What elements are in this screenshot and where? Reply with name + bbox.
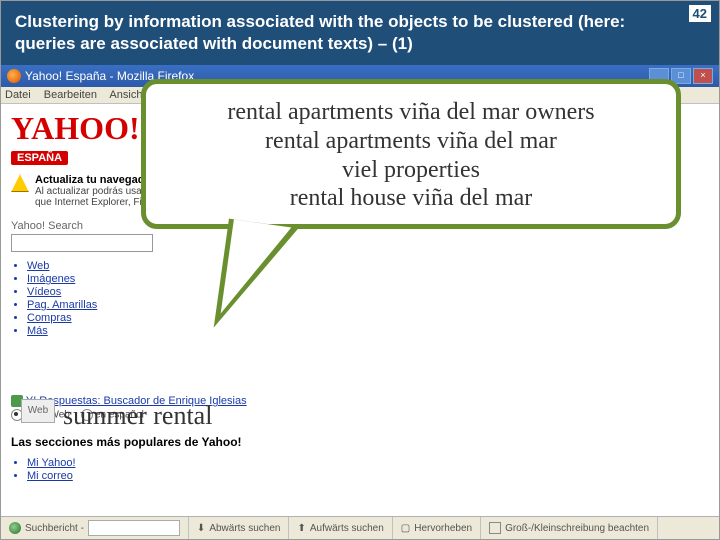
- checkbox-icon[interactable]: [489, 522, 501, 534]
- status-down[interactable]: ⬇ Abwärts suchen: [189, 517, 290, 539]
- status-bar: Suchbericht - ⬇ Abwärts suchen ⬆ Aufwärt…: [1, 516, 719, 539]
- yahoo-logo: YAHOO!: [11, 110, 140, 146]
- firefox-icon: [7, 69, 21, 83]
- popular-sections-title: Las secciones más populares de Yahoo!: [11, 435, 709, 449]
- link-yellowpages[interactable]: Pag. Amarillas: [27, 299, 709, 311]
- status-highlight[interactable]: ▢ Hervorheben: [393, 517, 481, 539]
- search-scope-button[interactable]: Web: [21, 399, 55, 423]
- link-miyahoo[interactable]: Mi Yahoo!: [27, 457, 709, 469]
- arrow-down-icon: ⬇: [197, 523, 205, 534]
- link-more[interactable]: Más: [27, 325, 709, 337]
- status-case[interactable]: Groß-/Kleinschreibung beachten: [481, 517, 658, 539]
- close-button[interactable]: ×: [693, 68, 713, 84]
- category-links: Web Imágenes Vídeos Pag. Amarillas Compr…: [27, 260, 709, 337]
- arrow-up-icon: ⬆: [297, 523, 305, 534]
- yahoo-logo-block: YAHOO! ESPAÑA: [11, 110, 140, 166]
- typed-query: summer rental: [63, 401, 212, 431]
- page-number: 42: [689, 5, 711, 22]
- yahoo-region-badge: ESPAÑA: [11, 151, 68, 165]
- slide-title: Clustering by information associated wit…: [15, 11, 655, 55]
- highlight-icon: ▢: [401, 523, 410, 534]
- warning-icon: [11, 174, 29, 192]
- menu-item[interactable]: Datei: [5, 89, 31, 101]
- bubble-box: rental apartments viña del mar owners re…: [141, 79, 681, 229]
- query-cluster-1: rental apartments viña del mar owners: [164, 98, 658, 127]
- slide-header: Clustering by information associated wit…: [1, 1, 719, 65]
- query-cluster-2: rental apartments viña del mar: [164, 127, 658, 156]
- link-videos[interactable]: Vídeos: [27, 286, 709, 298]
- link-shopping[interactable]: Compras: [27, 312, 709, 324]
- globe-icon: [9, 522, 21, 534]
- menu-item[interactable]: Bearbeiten: [44, 89, 97, 101]
- link-micorreo[interactable]: Mi correo: [27, 470, 709, 482]
- callout-bubble: rental apartments viña del mar owners re…: [141, 79, 681, 269]
- slide-root: Clustering by information associated wit…: [0, 0, 720, 540]
- status-search: Suchbericht -: [1, 517, 189, 539]
- link-images[interactable]: Imágenes: [27, 273, 709, 285]
- status-up[interactable]: ⬆ Aufwärts suchen: [289, 517, 392, 539]
- status-search-input[interactable]: [88, 520, 180, 536]
- query-cluster-3: viel properties: [164, 156, 658, 185]
- search-input[interactable]: [11, 234, 153, 252]
- popular-links: Mi Yahoo! Mi correo: [27, 457, 709, 482]
- query-cluster-4: rental house viña del mar: [164, 184, 658, 213]
- status-search-label: Suchbericht -: [25, 523, 84, 534]
